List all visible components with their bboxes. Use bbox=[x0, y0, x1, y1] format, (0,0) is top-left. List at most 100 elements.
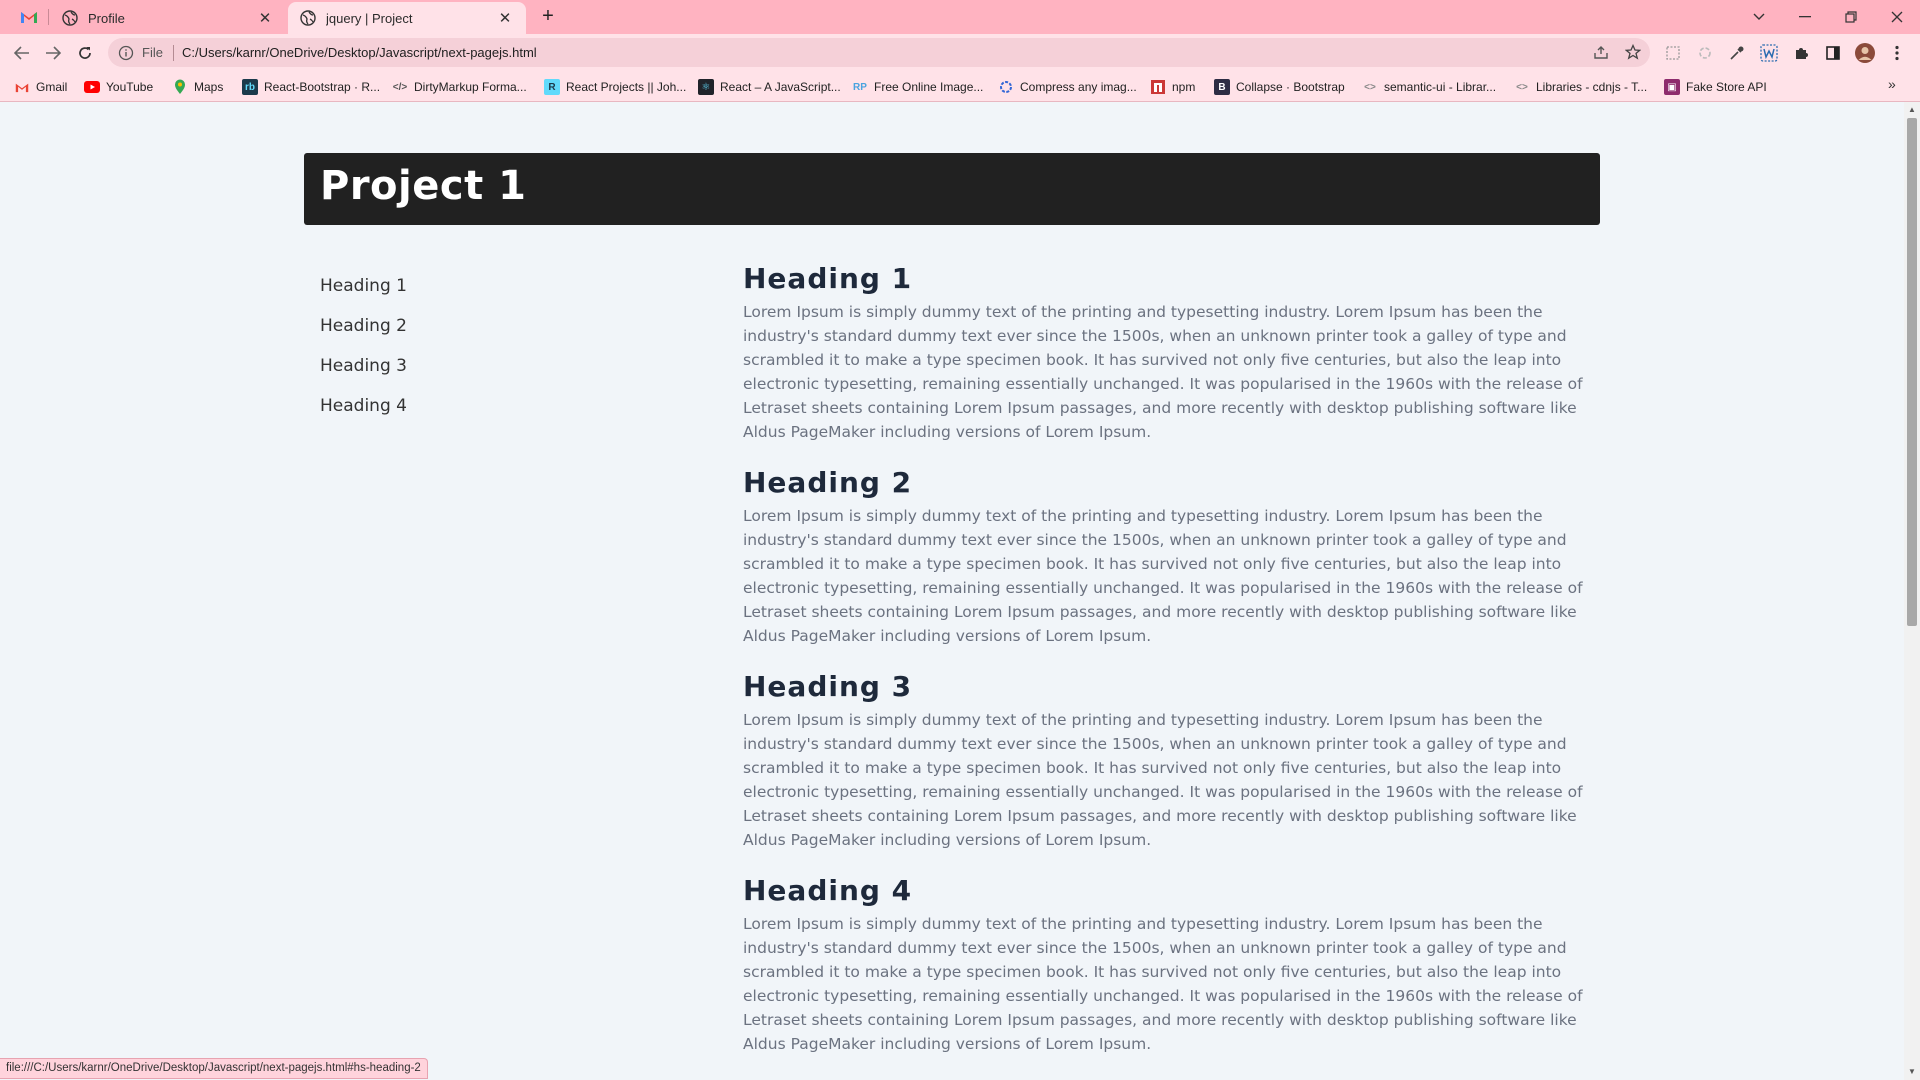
globe-icon bbox=[62, 10, 78, 26]
bookmark-npm[interactable]: npm bbox=[1150, 78, 1195, 96]
scroll-down-arrow-icon[interactable]: ▼ bbox=[1908, 1068, 1916, 1076]
bookmark-react[interactable]: ⚛ React – A JavaScript... bbox=[698, 78, 841, 96]
forward-button[interactable] bbox=[40, 41, 66, 65]
restore-button[interactable] bbox=[1828, 4, 1874, 30]
section-heading: Heading 2 bbox=[743, 466, 913, 499]
nav-link-heading-1[interactable]: Heading 1 bbox=[320, 272, 620, 312]
eyedropper-icon bbox=[1730, 46, 1744, 60]
tab-title: Profile bbox=[88, 10, 125, 26]
back-button[interactable] bbox=[9, 41, 35, 65]
extension-screenshot-button[interactable] bbox=[1662, 42, 1684, 64]
tab-separator bbox=[48, 9, 49, 25]
bookmark-label: Free Online Image... bbox=[874, 80, 984, 94]
globe-icon bbox=[300, 10, 316, 26]
section-heading: Heading 1 bbox=[743, 262, 913, 295]
reload-icon bbox=[79, 47, 91, 59]
tab-search-button[interactable] bbox=[1736, 4, 1782, 30]
section-heading-3: Heading 3 Lorem Ipsum is simply dummy te… bbox=[743, 668, 1593, 872]
extension-loading-button[interactable] bbox=[1694, 42, 1716, 64]
section-heading-2: Heading 2 Lorem Ipsum is simply dummy te… bbox=[743, 464, 1593, 668]
share-button[interactable] bbox=[1590, 42, 1612, 62]
bookmark-label: semantic-ui - Librar... bbox=[1384, 80, 1497, 94]
bookmark-cdnjs[interactable]: <> Libraries - cdnjs - T... bbox=[1514, 78, 1647, 96]
rp-icon: RP bbox=[853, 81, 867, 93]
bookmark-compress-image[interactable]: Compress any imag... bbox=[998, 78, 1137, 96]
url-text[interactable]: C:/Users/karnr/OneDrive/Desktop/Javascri… bbox=[182, 45, 537, 60]
section-body: Lorem Ipsum is simply dummy text of the … bbox=[743, 915, 1583, 1053]
fake-store-icon: ▣ bbox=[1664, 79, 1680, 95]
arrow-right-icon bbox=[46, 46, 61, 60]
react-projects-icon: R bbox=[544, 79, 560, 95]
close-tab-icon[interactable]: ✕ bbox=[496, 9, 514, 27]
status-bubble: file:///C:/Users/karnr/OneDrive/Desktop/… bbox=[0, 1058, 428, 1079]
bookmark-collapse-bootstrap[interactable]: B Collapse · Bootstrap bbox=[1214, 78, 1345, 96]
bookmark-react-projects[interactable]: R React Projects || Joh... bbox=[544, 78, 686, 96]
close-tab-icon[interactable]: ✕ bbox=[256, 9, 274, 27]
page-header: Project 1 bbox=[304, 153, 1600, 225]
react-bootstrap-icon: rb bbox=[242, 79, 258, 95]
share-icon bbox=[1594, 46, 1608, 59]
section-heading-4: Heading 4 Lorem Ipsum is simply dummy te… bbox=[743, 872, 1593, 1076]
tab-strip: Profile ✕ jquery | Project ✕ + bbox=[0, 0, 1920, 34]
avatar bbox=[1855, 43, 1875, 63]
profile-avatar-button[interactable] bbox=[1854, 42, 1876, 64]
extensions-button[interactable] bbox=[1790, 42, 1812, 64]
bookmarks-bar: Gmail YouTube Maps rb React-Bootstrap · … bbox=[0, 72, 1920, 102]
w-badge-icon bbox=[1760, 44, 1778, 62]
scroll-up-arrow-icon[interactable]: ▲ bbox=[1908, 106, 1916, 114]
section-heading-1: Heading 1 Lorem Ipsum is simply dummy te… bbox=[743, 260, 1593, 464]
address-bar[interactable]: File C:/Users/karnr/OneDrive/Desktop/Jav… bbox=[108, 38, 1650, 67]
page-viewport: Project 1 Heading 1 Heading 2 Heading 3 … bbox=[0, 102, 1904, 1080]
scheme-label: File bbox=[142, 45, 163, 60]
bookmark-gmail[interactable]: Gmail bbox=[14, 78, 67, 96]
bookmark-react-bootstrap[interactable]: rb React-Bootstrap · R... bbox=[242, 78, 380, 96]
section-heading: Heading 4 bbox=[743, 874, 913, 907]
bookmark-maps[interactable]: Maps bbox=[172, 78, 223, 96]
bookmark-youtube[interactable]: YouTube bbox=[84, 78, 153, 96]
nav-link-heading-2[interactable]: Heading 2 bbox=[320, 312, 620, 352]
side-navigation: Heading 1 Heading 2 Heading 3 Heading 4 bbox=[320, 272, 620, 432]
section-body: Lorem Ipsum is simply dummy text of the … bbox=[743, 711, 1583, 849]
gmail-pinned-tab[interactable] bbox=[10, 4, 48, 30]
side-panel-button[interactable] bbox=[1822, 42, 1844, 64]
bookmark-label: Collapse · Bootstrap bbox=[1236, 80, 1345, 94]
bookmark-label: React-Bootstrap · R... bbox=[264, 80, 381, 94]
extension-eyedropper-button[interactable] bbox=[1726, 42, 1748, 64]
close-window-button[interactable] bbox=[1874, 4, 1920, 30]
bookmark-label: npm bbox=[1172, 80, 1196, 94]
npm-icon bbox=[1150, 79, 1166, 95]
code-brackets-icon: <> bbox=[1516, 81, 1528, 93]
browser-toolbar: File C:/Users/karnr/OneDrive/Desktop/Jav… bbox=[0, 34, 1920, 72]
info-icon[interactable] bbox=[118, 45, 134, 61]
tab-jquery-project[interactable]: jquery | Project ✕ bbox=[288, 2, 526, 34]
nav-link-heading-4[interactable]: Heading 4 bbox=[320, 392, 620, 432]
tab-profile[interactable]: Profile ✕ bbox=[50, 2, 286, 34]
new-tab-button[interactable]: + bbox=[536, 6, 560, 28]
bookmark-dirtymarkup[interactable]: </> DirtyMarkup Forma... bbox=[392, 78, 527, 96]
bookmark-semantic-ui[interactable]: <> semantic-ui - Librar... bbox=[1362, 78, 1496, 96]
bookmark-fake-store-api[interactable]: ▣ Fake Store API bbox=[1664, 78, 1767, 96]
minimize-icon bbox=[1799, 16, 1811, 18]
react-icon: ⚛ bbox=[698, 79, 714, 95]
extension-wappalyzer-button[interactable] bbox=[1758, 42, 1780, 64]
bookmark-label: Maps bbox=[194, 80, 224, 94]
bookmark-free-online-image[interactable]: RP Free Online Image... bbox=[852, 78, 983, 96]
bookmark-label: Compress any imag... bbox=[1020, 80, 1137, 94]
restore-icon bbox=[1845, 11, 1857, 23]
browser-menu-button[interactable] bbox=[1886, 42, 1908, 64]
more-bookmarks-icon[interactable]: » bbox=[1888, 76, 1896, 92]
maps-icon bbox=[172, 79, 188, 95]
close-icon bbox=[1891, 11, 1903, 23]
nav-link-heading-3[interactable]: Heading 3 bbox=[320, 352, 620, 392]
bookmark-label: React Projects || Joh... bbox=[566, 80, 687, 94]
page-scrollbar[interactable]: ▲ ▼ bbox=[1904, 102, 1920, 1080]
minimize-button[interactable] bbox=[1782, 4, 1828, 30]
scrollbar-thumb[interactable] bbox=[1907, 118, 1917, 626]
section-body: Lorem Ipsum is simply dummy text of the … bbox=[743, 507, 1583, 645]
gmail-icon bbox=[21, 12, 37, 23]
bookmark-star-button[interactable] bbox=[1622, 42, 1644, 62]
side-panel-icon bbox=[1826, 46, 1840, 60]
section-body: Lorem Ipsum is simply dummy text of the … bbox=[743, 303, 1583, 441]
bookmark-label: DirtyMarkup Forma... bbox=[414, 80, 527, 94]
reload-button[interactable] bbox=[72, 41, 98, 65]
